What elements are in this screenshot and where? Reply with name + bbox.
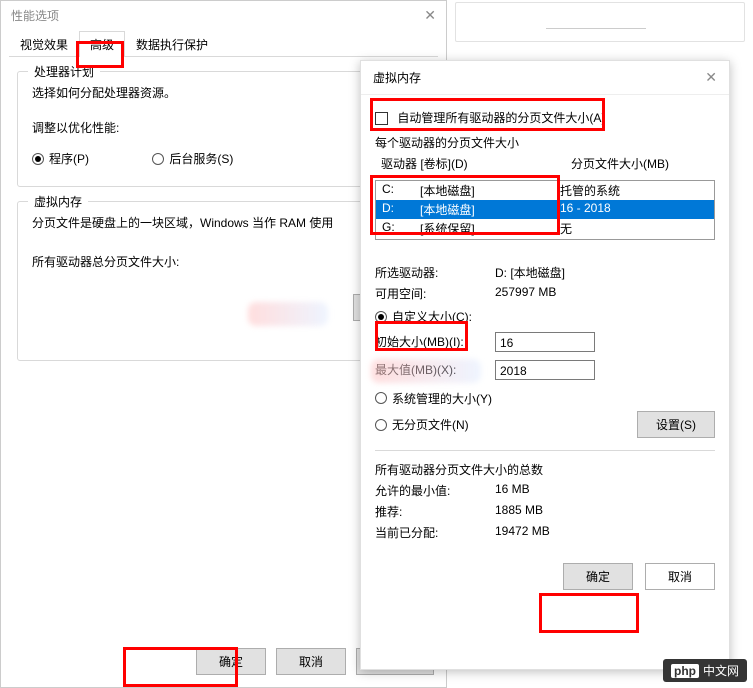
watermark-blur [248,302,328,326]
set-button[interactable]: 设置(S) [637,411,715,438]
vm-total-label: 所有驱动器总分页文件大小: [32,253,179,270]
max-size-input[interactable]: 2018 [495,360,595,380]
radio-label: 系统管理的大小(Y) [392,390,492,407]
auto-manage-label: 自动管理所有驱动器的分页文件大小(A) [397,111,605,125]
tab-visual-effects[interactable]: 视觉效果 [9,31,79,57]
min-value: 16 MB [495,482,715,499]
cur-label: 当前已分配: [375,524,495,541]
radio-icon [152,153,164,165]
drive-list[interactable]: C: [本地磁盘] 托管的系统 D: [本地磁盘] 16 - 2018 G: [… [375,180,715,240]
window-title: 虚拟内存 [373,69,421,86]
watermark-blur [371,359,481,383]
radio-label: 后台服务(S) [169,150,233,167]
virtual-memory-window: 虚拟内存 ✕ 自动管理所有驱动器的分页文件大小(A) 每个驱动器的分页文件大小 … [360,60,730,670]
adjust-label: 调整以优化性能: [32,119,415,136]
rec-value: 1885 MB [495,503,715,520]
group-legend: 虚拟内存 [28,193,88,210]
selected-drive-label: 所选驱动器: [375,264,495,281]
column-size: 分页文件大小(MB) [565,153,715,174]
group-legend: 处理器计划 [28,63,100,80]
radio-icon [375,311,387,323]
free-space-value: 257997 MB [495,285,715,302]
ok-button[interactable]: 确定 [563,563,633,590]
drive-row-d[interactable]: D: [本地磁盘] 16 - 2018 [376,200,714,219]
logo-prefix: php [671,664,699,678]
initial-size-input[interactable]: 16 [495,332,595,352]
totals-legend: 所有驱动器分页文件大小的总数 [375,461,715,478]
radio-background-services[interactable]: 后台服务(S) [152,150,233,167]
min-label: 允许的最小值: [375,482,495,499]
radio-icon [32,153,44,165]
close-icon[interactable]: ✕ [705,69,717,86]
tab-advanced[interactable]: 高级 [79,31,125,57]
drive-row-g[interactable]: G: [系统保留] 无 [376,219,714,238]
rec-label: 推荐: [375,503,495,520]
close-icon[interactable]: ✕ [424,7,436,24]
radio-programs[interactable]: 程序(P) [32,150,89,167]
radio-custom-size[interactable]: 自定义大小(C): [375,308,472,325]
php-cn-logo: php 中文网 [663,659,747,682]
radio-label: 自定义大小(C): [392,308,472,325]
drive-section-label: 每个驱动器的分页文件大小 [375,134,715,151]
radio-label: 无分页文件(N) [392,416,469,433]
processor-desc: 选择如何分配处理器资源。 [32,84,415,101]
cancel-button[interactable]: 取消 [276,648,346,675]
selected-drive-value: D: [本地磁盘] [495,264,715,281]
column-drive: 驱动器 [卷标](D) [375,153,565,174]
radio-no-paging[interactable]: 无分页文件(N) [375,416,469,433]
auto-manage-row[interactable]: 自动管理所有驱动器的分页文件大小(A) [375,109,715,126]
vm-desc: 分页文件是硬盘上的一块区域，Windows 当作 RAM 使用 [32,214,415,231]
tab-strip: 视觉效果 高级 数据执行保护 [9,30,438,57]
drive-row-c[interactable]: C: [本地磁盘] 托管的系统 [376,181,714,200]
radio-label: 程序(P) [49,150,89,167]
background-window-fragment [455,2,745,42]
radio-icon [375,419,387,431]
ok-button[interactable]: 确定 [196,648,266,675]
dropdown-fragment [546,11,646,29]
free-space-label: 可用空间: [375,285,495,302]
logo-text: 中文网 [703,662,739,679]
titlebar: 虚拟内存 ✕ [361,61,729,95]
initial-size-label: 初始大小(MB)(I): [375,333,495,350]
radio-icon [375,392,387,404]
radio-system-managed[interactable]: 系统管理的大小(Y) [375,390,492,407]
tab-dep[interactable]: 数据执行保护 [125,31,219,57]
cancel-button[interactable]: 取消 [645,563,715,590]
checkbox-icon [375,112,388,125]
titlebar: 性能选项 ✕ [1,1,446,30]
cur-value: 19472 MB [495,524,715,541]
window-title: 性能选项 [11,7,59,24]
